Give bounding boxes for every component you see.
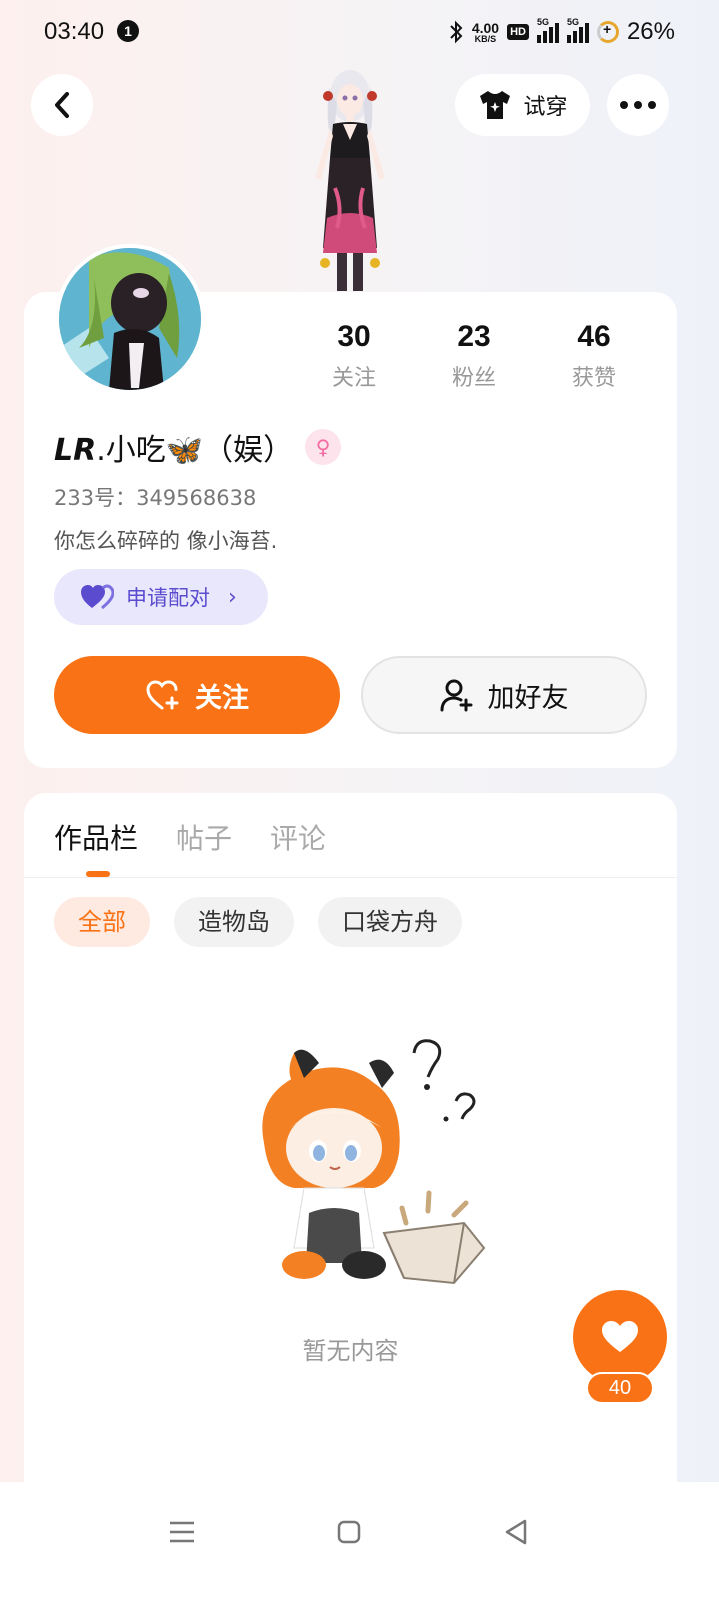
- profile-stats: 30 关注 23 粉丝 46 获赞: [294, 320, 654, 392]
- content-tabs: 作品栏 帖子 评论: [54, 817, 326, 877]
- more-button[interactable]: [607, 74, 669, 136]
- add-friend-button[interactable]: 加好友: [361, 656, 647, 734]
- add-user-icon: [440, 679, 472, 712]
- heart-icon: [602, 1321, 638, 1352]
- bluetooth-icon: [450, 20, 463, 44]
- content-card: 作品栏 帖子 评论 全部 造物岛 口袋方舟 暂无内容: [24, 793, 677, 1533]
- chevron-right-icon: ›: [228, 584, 237, 610]
- home-square-icon: [337, 1520, 361, 1544]
- menu-nav-button[interactable]: [162, 1512, 202, 1552]
- name-rest: .小吃🦋（娱）: [96, 433, 294, 468]
- chevron-left-icon: [55, 92, 69, 118]
- back-button[interactable]: [31, 74, 93, 136]
- stat-label: 获赞: [571, 366, 616, 391]
- profile-name: LR.小吃🦋（娱）: [54, 425, 293, 469]
- name-prefix: LR: [54, 433, 97, 468]
- stat-label: 关注: [331, 366, 376, 391]
- battery-percent: 26%: [626, 18, 675, 45]
- notification-badge: 1: [117, 20, 139, 42]
- stat-label: 粉丝: [451, 366, 496, 391]
- tab-divider: [24, 877, 677, 878]
- chip-all[interactable]: 全部: [54, 897, 150, 947]
- hd-icon: HD: [507, 24, 529, 40]
- more-dots-icon: [620, 101, 656, 109]
- back-nav-button[interactable]: [496, 1512, 536, 1552]
- signal-icon-2: 5G: [566, 17, 589, 43]
- tab-works[interactable]: 作品栏: [54, 817, 138, 877]
- stat-value: 30: [337, 320, 371, 353]
- home-nav-button[interactable]: [329, 1512, 369, 1552]
- like-count: 40: [586, 1372, 654, 1404]
- follow-button[interactable]: 关注: [54, 656, 340, 734]
- stat-likes[interactable]: 46 获赞: [534, 320, 654, 392]
- profile-id: 233号：349568638: [54, 486, 257, 510]
- triangle-back-icon: [505, 1519, 527, 1545]
- shirt-icon: [480, 91, 511, 119]
- stat-followers[interactable]: 23 粉丝: [414, 320, 534, 392]
- try-on-button[interactable]: 试穿: [455, 74, 590, 136]
- stat-value: 23: [457, 320, 491, 353]
- avatar[interactable]: [55, 244, 205, 394]
- filter-chips: 全部 造物岛 口袋方舟: [54, 897, 462, 947]
- chip-creation-island[interactable]: 造物岛: [174, 897, 294, 947]
- stat-following[interactable]: 30 关注: [294, 320, 414, 392]
- status-bar: 03:40 1 4.00 KB/S HD 5G 5G 26%: [0, 0, 719, 64]
- avatar-3d-figure: [315, 70, 385, 291]
- stat-value: 46: [577, 320, 611, 353]
- avatar-image: [59, 248, 201, 390]
- profile-bio: 你怎么碎碎的 像小海苔.: [54, 529, 278, 553]
- menu-icon: [170, 1521, 194, 1543]
- system-nav-bar: [0, 1482, 719, 1612]
- tab-posts[interactable]: 帖子: [176, 817, 232, 857]
- heart-pair-icon: [81, 584, 114, 610]
- female-gender-icon: ♀: [305, 429, 342, 465]
- status-icons: 4.00 KB/S HD 5G 5G 26%: [448, 16, 675, 48]
- follow-label: 关注: [195, 682, 249, 714]
- signal-icon: 5G: [536, 17, 559, 43]
- status-time: 03:40: [44, 18, 105, 45]
- chip-pocket-ark[interactable]: 口袋方舟: [318, 897, 462, 947]
- battery-saver-icon: [596, 21, 619, 43]
- like-button[interactable]: [573, 1290, 667, 1384]
- match-label: 申请配对: [126, 586, 210, 610]
- tab-comments[interactable]: 评论: [270, 817, 326, 857]
- empty-state-illustration: [262, 1039, 486, 1285]
- add-friend-label: 加好友: [487, 682, 569, 714]
- profile-name-row: LR.小吃🦋（娱） ♀: [54, 425, 342, 469]
- heart-plus-icon: [146, 680, 179, 710]
- match-request-button[interactable]: 申请配对 ›: [54, 569, 268, 625]
- try-on-label: 试穿: [523, 95, 568, 120]
- net-speed: 4.00 KB/S: [471, 19, 500, 44]
